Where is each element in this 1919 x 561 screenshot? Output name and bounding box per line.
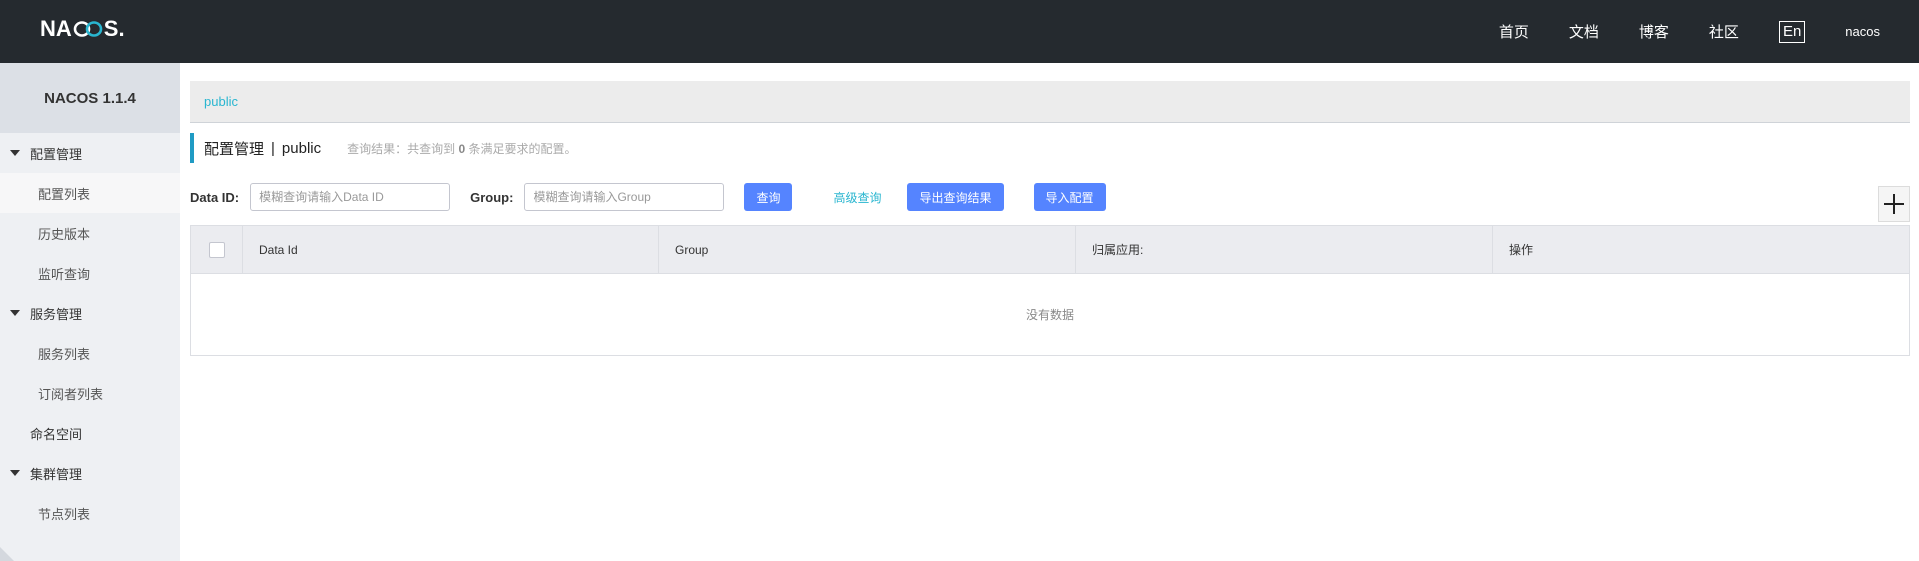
import-config-button[interactable]: 导入配置 — [1033, 183, 1106, 211]
select-all-cell — [191, 225, 243, 274]
nav-docs[interactable]: 文档 — [1569, 21, 1599, 42]
sidebar: NACOS 1.1.4 配置管理 配置列表 历史版本 监听查询 服务管理 服务列… — [0, 63, 180, 561]
plus-icon-vertical — [1893, 194, 1895, 214]
menu-group-config-management[interactable]: 配置管理 — [0, 133, 180, 173]
sidebar-collapse-handle[interactable] — [0, 547, 14, 561]
namespace-bar: public — [190, 81, 1910, 123]
nav-community[interactable]: 社区 — [1709, 21, 1739, 42]
result-prefix: 查询结果：共查询到 — [347, 141, 456, 156]
sidebar-item-subscriber-list[interactable]: 订阅者列表 — [0, 373, 180, 413]
config-table: Data Id Group 归属应用: 操作 没有数据 — [190, 225, 1910, 356]
group-label: Group: — [470, 189, 514, 205]
menu-group-label: 集群管理 — [30, 466, 83, 482]
logo-infinity-icon — [73, 20, 103, 38]
table-header: Data Id Group 归属应用: 操作 — [191, 225, 1909, 274]
sidebar-item-service-list[interactable]: 服务列表 — [0, 333, 180, 373]
menu-group-label: 配置管理 — [30, 146, 83, 162]
column-header-app: 归属应用: — [1076, 225, 1493, 274]
group-input[interactable] — [524, 183, 725, 211]
nacos-logo[interactable]: NA S . — [40, 16, 125, 42]
data-id-label: Data ID: — [190, 189, 240, 205]
sidebar-item-history[interactable]: 历史版本 — [0, 213, 180, 253]
language-switch-button[interactable]: En — [1778, 20, 1806, 43]
sidebar-item-config-list[interactable]: 配置列表 — [0, 173, 180, 213]
logo-text-left: NA — [40, 16, 72, 41]
main-content: public 配置管理 | public 查询结果：共查询到 0 条满足要求的配… — [190, 63, 1910, 561]
result-suffix: 条满足要求的配置。 — [468, 141, 577, 156]
caret-down-icon — [10, 150, 20, 156]
query-result-text: 查询结果：共查询到 0 条满足要求的配置。 — [347, 140, 576, 157]
sidebar-title: NACOS 1.1.4 — [0, 63, 180, 133]
menu-group-cluster-management[interactable]: 集群管理 — [0, 453, 180, 493]
sidebar-item-listener-query[interactable]: 监听查询 — [0, 253, 180, 293]
logo-dot: . — [118, 16, 125, 41]
menu-group-label: 服务管理 — [30, 306, 83, 322]
caret-down-icon — [10, 310, 20, 316]
add-config-button[interactable] — [1878, 186, 1910, 222]
advanced-query-link[interactable]: 高级查询 — [833, 189, 881, 206]
empty-table-message: 没有数据 — [1025, 308, 1074, 322]
filter-row: Data ID: Group: 查询 高级查询 导出查询结果 导入配置 — [190, 182, 1910, 212]
column-header-actions: 操作 — [1509, 243, 1534, 257]
nav-home[interactable]: 首页 — [1499, 21, 1529, 42]
column-header-data-id: Data Id — [243, 225, 659, 274]
nav-blog[interactable]: 博客 — [1639, 21, 1669, 42]
data-id-input[interactable] — [250, 183, 451, 211]
title-namespace: public — [281, 139, 322, 157]
username[interactable]: nacos — [1845, 24, 1880, 39]
caret-down-icon — [10, 470, 20, 476]
select-all-checkbox[interactable] — [208, 241, 225, 258]
top-nav: 首页 文档 博客 社区 En nacos — [1499, 0, 1919, 63]
column-header-group: Group — [659, 225, 1076, 274]
logo-text-right: S — [103, 16, 119, 41]
sidebar-item-namespace[interactable]: 命名空间 — [0, 413, 180, 453]
menu-group-service-management[interactable]: 服务管理 — [0, 293, 180, 333]
page-title-row: 配置管理 | public 查询结果：共查询到 0 条满足要求的配置。 — [190, 133, 577, 163]
query-button[interactable]: 查询 — [744, 183, 793, 211]
result-count: 0 — [458, 141, 466, 156]
sidebar-item-node-list[interactable]: 节点列表 — [0, 493, 180, 533]
namespace-tab-public[interactable]: public — [204, 94, 238, 109]
title-separator: | — [271, 139, 275, 157]
top-navbar: NA S . 首页 文档 博客 社区 En nacos — [0, 0, 1919, 63]
title-accent-bar — [190, 133, 194, 163]
page-title: 配置管理 — [204, 140, 265, 158]
export-results-button[interactable]: 导出查询结果 — [907, 183, 1004, 211]
